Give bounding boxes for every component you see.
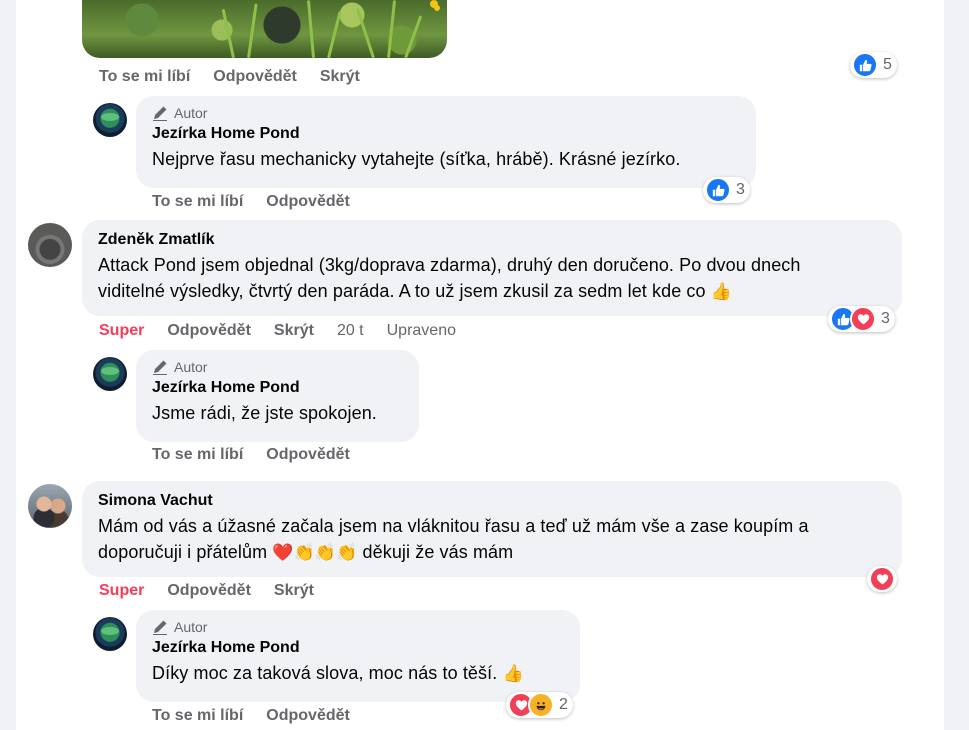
author-badge: Autor	[152, 618, 564, 636]
reaction-summary[interactable]: 5	[850, 52, 897, 78]
reply-button[interactable]: Odpovědět	[266, 446, 350, 464]
heart-reaction-icon	[869, 566, 895, 592]
avatar[interactable]	[93, 103, 127, 137]
reaction-summary[interactable]	[867, 566, 897, 592]
comment-text-line-2: viditelné výsledky, čtvrtý den paráda. A…	[98, 278, 886, 305]
hide-button[interactable]: Skrýt	[320, 68, 360, 86]
hide-button[interactable]: Skrýt	[274, 322, 314, 340]
comment-bubble: Autor Jezírka Home Pond Nejprve řasu mec…	[136, 96, 756, 188]
comment-bubble: Autor Jezírka Home Pond Jsme rádi, že js…	[136, 350, 419, 442]
heart-reaction-icon	[850, 306, 876, 332]
comment-text-line-2: doporučuji i přátelům ❤️👏👏👏 děkuji že vá…	[98, 539, 886, 566]
author-badge-label: Autor	[174, 619, 208, 635]
comment-author[interactable]: Jezírka Home Pond	[152, 636, 564, 660]
avatar[interactable]	[93, 617, 127, 651]
comment-author[interactable]: Simona Vachut	[98, 489, 886, 513]
reaction-count: 3	[881, 310, 890, 327]
reaction-summary[interactable]: 3	[828, 306, 895, 332]
like-button[interactable]: To se mi líbí	[152, 707, 243, 725]
comment-text-line-1: Attack Pond jsem objednal (3kg/doprava z…	[98, 255, 801, 275]
comment-bubble: Zdeněk Zmatlík Attack Pond jsem objednal…	[82, 220, 902, 316]
author-badge-label: Autor	[174, 359, 208, 375]
laugh-reaction-icon	[528, 692, 554, 718]
like-button[interactable]: To se mi líbí	[99, 68, 190, 86]
comment-text-line-1: Mám od vás a úžasné začala jsem na vlákn…	[98, 516, 809, 536]
comment-bubble: Autor Jezírka Home Pond Díky moc za tako…	[136, 610, 580, 702]
avatar[interactable]	[28, 223, 72, 267]
super-reaction-button[interactable]: Super	[99, 582, 144, 600]
reply-button[interactable]: Odpovědět	[266, 707, 350, 725]
edited-label: Upraveno	[386, 322, 456, 339]
author-badge: Autor	[152, 104, 740, 122]
like-reaction-icon	[852, 52, 878, 78]
comment-author[interactable]: Jezírka Home Pond	[152, 122, 740, 146]
comment-author[interactable]: Zdeněk Zmatlík	[98, 228, 886, 252]
pencil-icon	[153, 620, 167, 635]
reply-button[interactable]: Odpovědět	[167, 322, 251, 340]
hide-button[interactable]: Skrýt	[274, 582, 314, 600]
comment-time[interactable]: 20 t	[337, 322, 364, 340]
comment-text: Díky moc za taková slova, moc nás to těš…	[152, 660, 564, 687]
comment-text-body: Díky moc za taková slova, moc nás to těš…	[152, 663, 498, 683]
comment-photo[interactable]	[82, 0, 447, 58]
thumbs-up-emoji: 👍	[710, 282, 733, 302]
comment-text-line-2-text: viditelné výsledky, čtvrtý den paráda. A…	[98, 281, 706, 301]
reaction-count: 2	[559, 696, 568, 713]
comment-text: Jsme rádi, že jste spokojen.	[152, 403, 377, 423]
comment-author[interactable]: Jezírka Home Pond	[152, 376, 403, 400]
reaction-summary[interactable]: 3	[703, 177, 750, 203]
author-badge: Autor	[152, 358, 403, 376]
comment-text-line-2-a: doporučuji i přátelům	[98, 542, 268, 562]
avatar[interactable]	[93, 357, 127, 391]
comment-actions: Super Odpovědět Skrýt 20 t Upraveno	[99, 322, 456, 340]
like-reaction-icon	[705, 177, 731, 203]
heart-clap-emojis: ❤️👏👏👏	[272, 543, 358, 563]
comment-actions: Super Odpovědět Skrýt	[99, 582, 314, 600]
author-badge-label: Autor	[174, 105, 208, 121]
like-button[interactable]: To se mi líbí	[152, 193, 243, 211]
reaction-count: 5	[883, 56, 892, 73]
pencil-icon	[153, 106, 167, 121]
reply-button[interactable]: Odpovědět	[213, 68, 297, 86]
comment-text-line-2-b: děkuji že vás mám	[362, 542, 514, 562]
thumbs-up-emoji: 👍	[502, 664, 524, 684]
comment-actions: To se mi líbí Odpovědět	[152, 446, 350, 464]
reaction-count: 3	[736, 181, 745, 198]
comment-actions: To se mi líbí Odpovědět	[152, 193, 350, 211]
comment-actions: To se mi líbí Odpovědět	[152, 707, 350, 725]
reply-button[interactable]: Odpovědět	[266, 193, 350, 211]
pencil-icon	[153, 360, 167, 375]
super-reaction-button[interactable]: Super	[99, 322, 144, 340]
avatar[interactable]	[28, 484, 72, 528]
reply-button[interactable]: Odpovědět	[167, 582, 251, 600]
like-button[interactable]: To se mi líbí	[152, 446, 243, 464]
comment-text: Nejprve řasu mechanicky vytahejte (síťka…	[152, 149, 681, 169]
post-actions: To se mi líbí Odpovědět Skrýt	[99, 68, 360, 86]
reaction-summary[interactable]: 2	[506, 692, 573, 718]
comment-bubble: Simona Vachut Mám od vás a úžasné začala…	[82, 481, 902, 577]
